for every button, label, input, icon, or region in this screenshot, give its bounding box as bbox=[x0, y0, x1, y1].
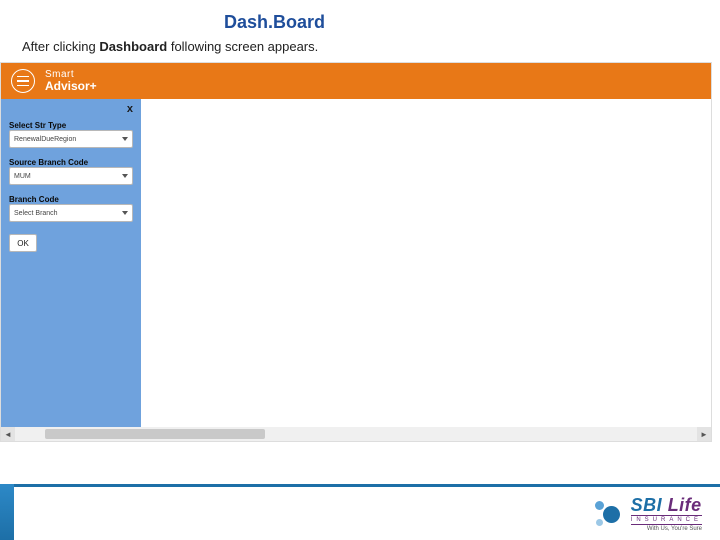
label-str-type: Select Str Type bbox=[9, 121, 133, 130]
chevron-down-icon bbox=[122, 137, 128, 141]
horizontal-scrollbar[interactable]: ◄ ► bbox=[1, 427, 711, 441]
sbi-logo: SBI Life INSURANCE With Us, You're Sure bbox=[593, 496, 702, 532]
main-area bbox=[141, 99, 711, 427]
app-frame: Smart Advisor+ x Select Str Type Renewal… bbox=[0, 62, 712, 442]
select-source-branch[interactable]: MUM bbox=[9, 167, 133, 185]
page-caption: After clicking Dashboard following scree… bbox=[0, 39, 720, 62]
page-title: Dash.Board bbox=[0, 0, 720, 39]
footer-content: SBI Life INSURANCE With Us, You're Sure bbox=[14, 484, 720, 540]
footer-accent bbox=[0, 484, 14, 540]
chevron-down-icon bbox=[122, 174, 128, 178]
menu-icon[interactable] bbox=[11, 69, 35, 93]
field-source-branch: Source Branch Code MUM bbox=[9, 158, 133, 185]
label-branch: Branch Code bbox=[9, 195, 133, 204]
select-str-type-value: RenewalDueRegion bbox=[14, 136, 76, 143]
caption-bold: Dashboard bbox=[99, 39, 167, 54]
select-str-type[interactable]: RenewalDueRegion bbox=[9, 130, 133, 148]
caption-pre: After clicking bbox=[22, 39, 99, 54]
sbi-logo-icon bbox=[593, 499, 623, 529]
app-header: Smart Advisor+ bbox=[1, 63, 711, 99]
scroll-left-icon[interactable]: ◄ bbox=[1, 427, 15, 441]
ok-button[interactable]: OK bbox=[9, 234, 37, 252]
scroll-track[interactable] bbox=[15, 427, 697, 441]
close-icon[interactable]: x bbox=[127, 103, 133, 115]
sbi-brand2: Life bbox=[668, 495, 702, 515]
label-source-branch: Source Branch Code bbox=[9, 158, 133, 167]
field-branch: Branch Code Select Branch bbox=[9, 195, 133, 222]
brand-bottom: Advisor+ bbox=[45, 80, 97, 92]
select-source-branch-value: MUM bbox=[14, 173, 31, 180]
footer: SBI Life INSURANCE With Us, You're Sure bbox=[0, 484, 720, 540]
scroll-right-icon[interactable]: ► bbox=[697, 427, 711, 441]
select-branch-value: Select Branch bbox=[14, 210, 58, 217]
select-branch[interactable]: Select Branch bbox=[9, 204, 133, 222]
sbi-brand: SBI bbox=[631, 495, 663, 515]
app-brand: Smart Advisor+ bbox=[45, 70, 97, 92]
chevron-down-icon bbox=[122, 211, 128, 215]
field-str-type: Select Str Type RenewalDueRegion bbox=[9, 121, 133, 148]
sidebar-panel: x Select Str Type RenewalDueRegion Sourc… bbox=[1, 99, 141, 427]
caption-post: following screen appears. bbox=[167, 39, 318, 54]
app-body: x Select Str Type RenewalDueRegion Sourc… bbox=[1, 99, 711, 427]
sbi-logo-text: SBI Life INSURANCE With Us, You're Sure bbox=[631, 496, 702, 532]
scroll-thumb[interactable] bbox=[45, 429, 265, 439]
sbi-tag1: INSURANCE bbox=[631, 515, 702, 525]
sbi-tag2: With Us, You're Sure bbox=[631, 526, 702, 532]
